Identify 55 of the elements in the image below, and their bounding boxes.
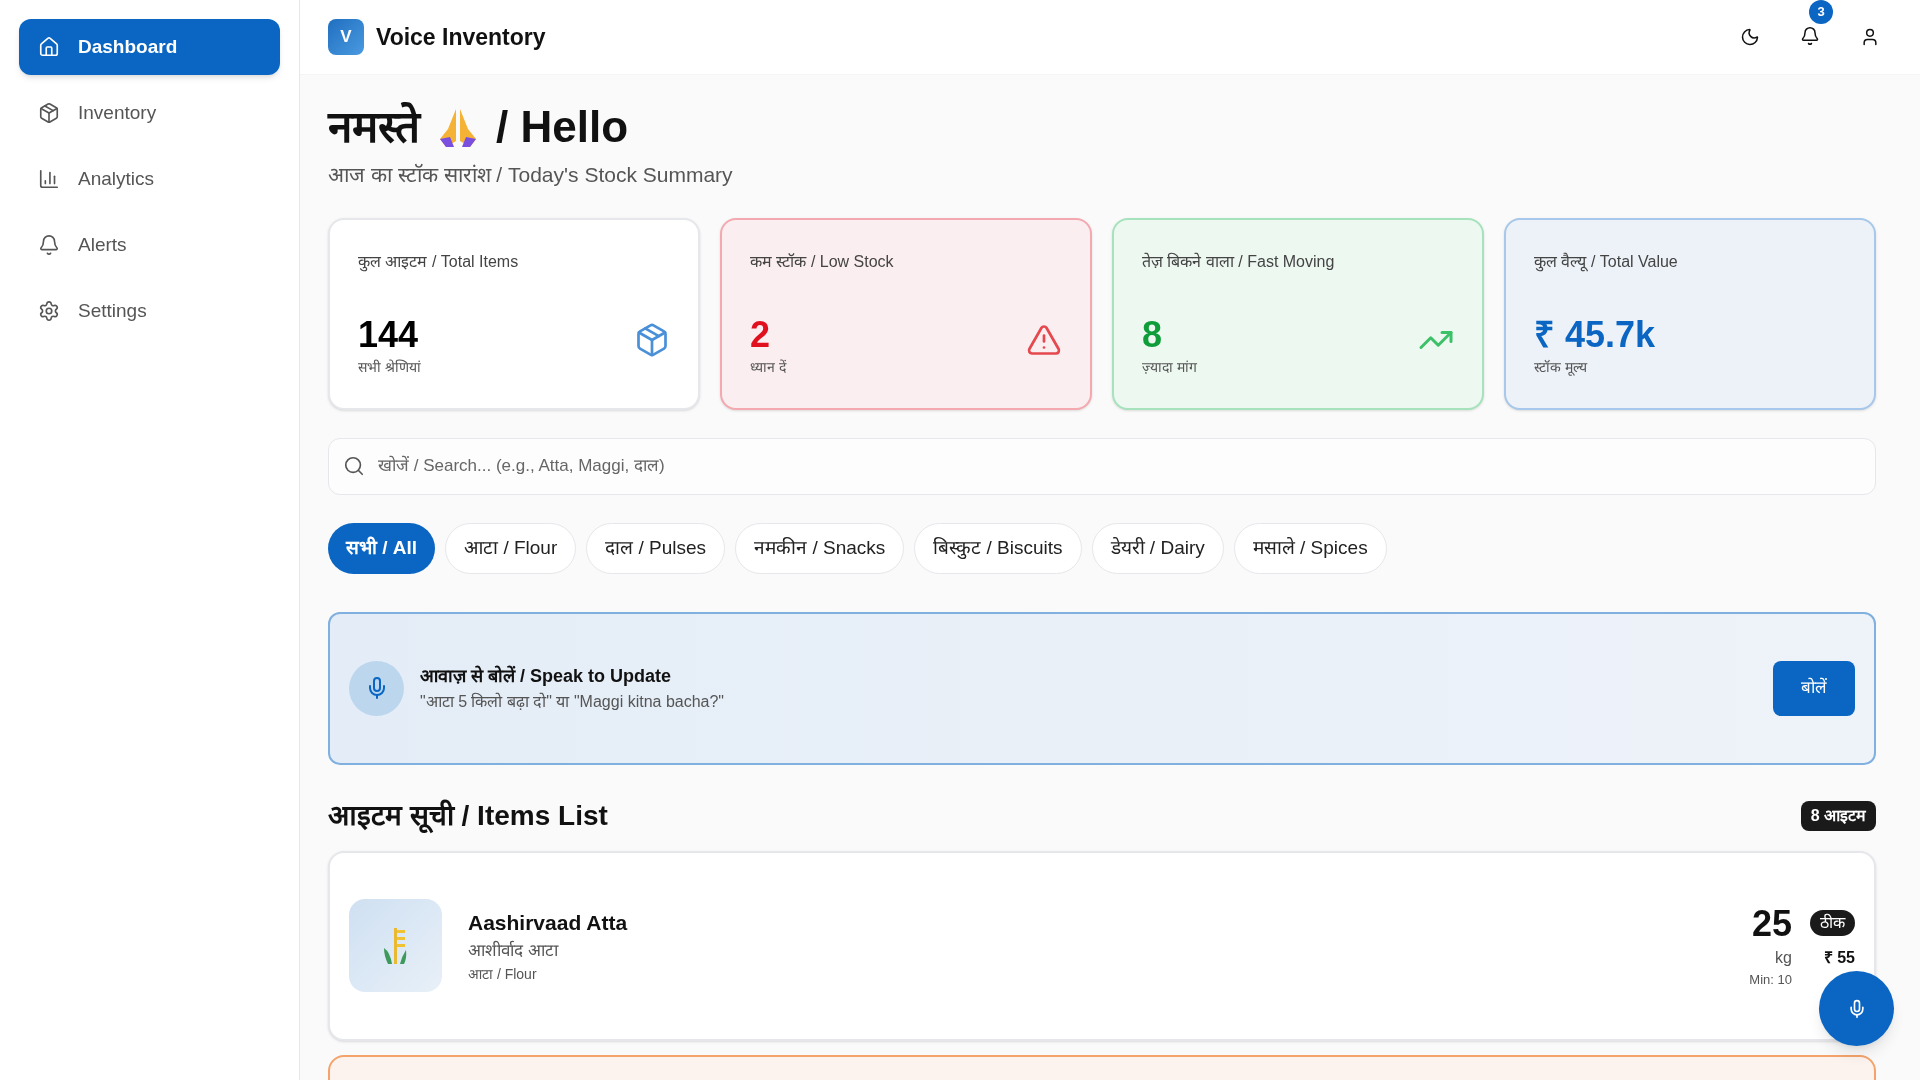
home-icon	[38, 36, 60, 58]
category-chip[interactable]: नमकीन / Snacks	[735, 522, 905, 574]
greeting-title: / Hello	[496, 101, 629, 153]
stat-note: सभी श्रेणियां	[358, 357, 421, 377]
category-chip[interactable]: सभी / All	[328, 522, 436, 574]
category-chip[interactable]: आटा / Flour	[445, 522, 577, 574]
stat-value: 2	[750, 312, 772, 357]
item-category: आटा / Flour	[468, 964, 538, 984]
speak-button[interactable]: बोलें	[1773, 660, 1855, 716]
category-chip[interactable]: दाल / Pulses	[586, 522, 726, 574]
category-chip[interactable]: मसाले / Spices	[1233, 522, 1387, 574]
stat-label: कम स्टॉक / Low Stock	[750, 251, 895, 272]
stat-note: स्टॉक मूल्य	[1534, 357, 1589, 378]
section-title: आइटम सूची / Items List	[328, 798, 608, 835]
sidebar-item[interactable]: Analytics	[19, 151, 280, 207]
voice-example: "आटा 5 किलो बढ़ा दो" या "Maggi kitna bacha?"	[420, 691, 725, 712]
status-badge: ठीक	[1810, 909, 1855, 936]
item-name: Aashirvaad Atta	[468, 909, 628, 936]
sidebar-item[interactable]: Settings	[19, 283, 280, 339]
item-count-badge: 8 आइटम	[1800, 800, 1876, 831]
box-icon	[38, 102, 60, 124]
item-hindi-name: आशीर्वाद आटा	[468, 939, 560, 962]
stat-note: ध्यान दें	[750, 357, 786, 377]
stat-label: तेज़ बिकने वाला / Fast Moving	[1142, 251, 1336, 272]
sidebar-item[interactable]: Inventory	[19, 85, 280, 141]
sidebar-item[interactable]: Dashboard	[19, 19, 280, 75]
search-icon	[343, 454, 365, 477]
item-unit: kg	[1775, 948, 1792, 969]
moon-icon	[1740, 27, 1760, 47]
item-price: ₹ 55	[1823, 947, 1855, 968]
app-title: Voice Inventory	[376, 22, 546, 52]
bell-icon	[1800, 25, 1820, 46]
stat-value: 144	[358, 312, 420, 357]
stat-value: ₹ 45.7k	[1534, 312, 1656, 357]
notification-badge: 3	[1809, 0, 1833, 24]
stat-label: कुल वैल्यू / Total Value	[1534, 251, 1679, 274]
greeting-subtitle: आज का स्टॉक सारांश / Today's Stock Summary	[328, 162, 734, 188]
voice-title: आवाज़ से बोलें / Speak to Update	[420, 664, 673, 688]
bar-chart-icon	[38, 168, 60, 190]
item-minimum: Min: 10	[1749, 971, 1792, 990]
bell-icon	[38, 234, 60, 256]
settings-icon	[38, 300, 60, 322]
sidebar-item[interactable]: Alerts	[19, 217, 280, 273]
greeting-title: नमस्ते	[328, 101, 420, 153]
item-quantity: 25	[1751, 902, 1792, 947]
item-card[interactable]: Aashirvaad Atta आशीर्वाद आटा आटा / Flour 25 kg Min: 10 ठीक ₹ 55	[328, 850, 1876, 1041]
category-chip[interactable]: डेयरी / Dairy	[1091, 522, 1224, 574]
stat-value: 8	[1142, 312, 1164, 357]
category-chip[interactable]: बिस्कुट / Biscuits	[914, 522, 1082, 574]
stat-label: कुल आइटम / Total Items	[358, 251, 520, 274]
box-icon	[634, 321, 670, 358]
search-field[interactable]: खोजें / Search... (e.g., Atta, Maggi, दाल)	[328, 437, 1876, 495]
stat-note: ज़्यादा मांग	[1142, 357, 1197, 377]
app-logo: V	[328, 19, 364, 55]
user-icon	[1860, 27, 1880, 47]
